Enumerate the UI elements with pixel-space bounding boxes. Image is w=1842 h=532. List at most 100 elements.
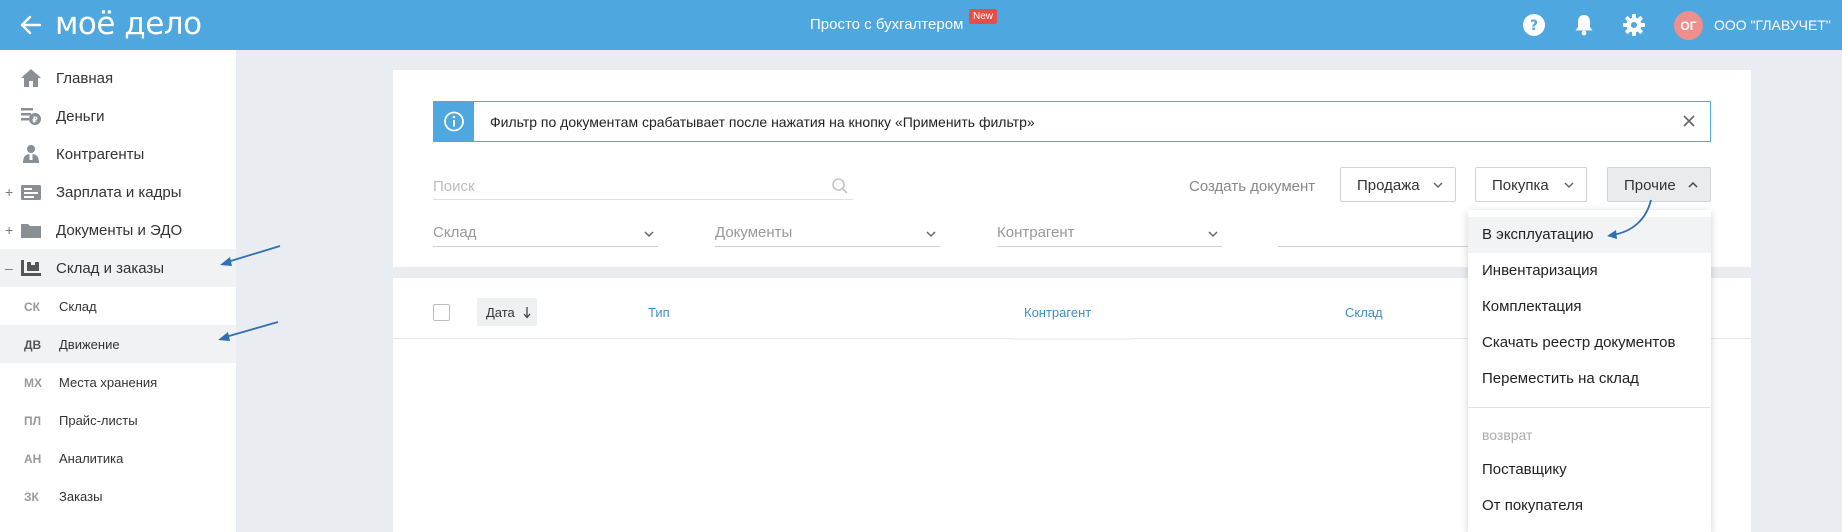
contractor-select[interactable]: Контрагент (997, 218, 1222, 247)
menu-item-label: От покупателя (1482, 497, 1583, 514)
sidebar-subitem-movement[interactable]: ДВ Движение (0, 325, 236, 363)
collapse-icon[interactable]: – (5, 260, 13, 276)
sidebar-item-label: Главная (56, 70, 114, 87)
subitem-abbr: ДВ (24, 338, 42, 352)
other-button[interactable]: Прочие (1607, 167, 1711, 202)
salary-icon (21, 185, 41, 200)
sidebar-subitem-warehouse[interactable]: СК Склад (0, 287, 236, 325)
money-icon: ₽ (21, 108, 41, 125)
create-document-label: Создать документ (1189, 178, 1316, 195)
sidebar-item-label: Зарплата и кадры (56, 184, 182, 201)
purchase-button-label: Покупка (1492, 177, 1549, 194)
gear-icon[interactable] (1621, 12, 1647, 38)
menu-divider (1468, 407, 1711, 408)
menu-item-download-registry[interactable]: Скачать реестр документов (1468, 325, 1711, 361)
documents-select[interactable]: Документы (715, 218, 940, 247)
sidebar-item-money[interactable]: ₽ Деньги (0, 97, 236, 135)
svg-text:₽: ₽ (32, 116, 38, 125)
subitem-abbr: АН (24, 452, 42, 466)
org-name[interactable]: ООО "ГЛАВУЧЕТ" (1714, 17, 1831, 33)
subitem-label: Движение (59, 337, 120, 352)
back-arrow-icon[interactable] (18, 12, 44, 38)
subitem-abbr: ПЛ (24, 414, 42, 428)
sidebar-item-label: Документы и ЭДО (56, 222, 183, 239)
other-dropdown-menu: В эксплуатацию Инвентаризация Комплектац… (1468, 210, 1711, 532)
search-icon[interactable] (831, 177, 849, 195)
help-icon[interactable]: ? (1521, 12, 1547, 38)
chevron-down-icon (644, 231, 654, 238)
column-header-type[interactable]: Тип (648, 305, 670, 320)
menu-item-label: В эксплуатацию (1482, 226, 1594, 243)
menu-group-label: возврат (1482, 427, 1533, 443)
subitem-label: Прайс-листы (59, 413, 138, 428)
top-bar: моё дело Просто с бухгалтером New ? ОГ О… (0, 0, 1842, 50)
subitem-abbr: СК (24, 300, 40, 314)
menu-item-label: Поставщику (1482, 461, 1567, 478)
center-title-link[interactable]: Просто с бухгалтером (810, 16, 963, 33)
column-header-date-label: Дата (486, 305, 515, 320)
warehouse-icon (21, 260, 41, 276)
menu-item-commissioning[interactable]: В эксплуатацию (1468, 217, 1711, 253)
select-all-checkbox[interactable] (433, 304, 450, 321)
subitem-abbr: МХ (24, 376, 42, 390)
close-icon[interactable] (1682, 114, 1696, 128)
sidebar-item-documents[interactable]: + Документы и ЭДО (0, 211, 236, 249)
subitem-label: Места хранения (59, 375, 158, 390)
sidebar-item-salary[interactable]: + Зарплата и кадры (0, 173, 236, 211)
menu-item-label: Переместить на склад (1482, 370, 1639, 387)
chevron-down-icon (1208, 231, 1218, 238)
avatar[interactable]: ОГ (1674, 11, 1703, 40)
sale-button-label: Продажа (1357, 177, 1420, 194)
menu-item-return-to-supplier[interactable]: Поставщику (1468, 452, 1711, 488)
menu-item-move-to-warehouse[interactable]: Переместить на склад (1468, 361, 1711, 397)
sidebar: Главная ₽ Деньги Контрагенты + Зарплата … (0, 50, 236, 532)
column-header-date[interactable]: Дата (477, 298, 537, 326)
chevron-down-icon (926, 231, 936, 238)
expand-icon[interactable]: + (5, 184, 13, 200)
menu-item-assembly[interactable]: Комплектация (1468, 289, 1711, 325)
contractors-icon (23, 145, 39, 163)
sidebar-item-label: Контрагенты (56, 146, 145, 163)
sidebar-subitem-storage[interactable]: МХ Места хранения (0, 363, 236, 401)
sort-down-icon (523, 307, 531, 319)
sidebar-item-label: Склад и заказы (56, 260, 165, 277)
other-button-label: Прочие (1624, 177, 1676, 194)
bell-icon[interactable] (1571, 12, 1597, 38)
menu-item-label: Инвентаризация (1482, 262, 1598, 279)
home-icon (21, 69, 41, 87)
chevron-down-icon (1564, 182, 1574, 189)
search-input[interactable] (433, 173, 823, 199)
sidebar-subitem-analytics[interactable]: АН Аналитика (0, 439, 236, 477)
menu-item-label: Скачать реестр документов (1482, 334, 1676, 351)
info-banner: Фильтр по документам срабатывает после н… (433, 101, 1711, 142)
sidebar-item-warehouse[interactable]: – Склад и заказы (0, 249, 236, 287)
sidebar-subitem-pricelists[interactable]: ПЛ Прайс-листы (0, 401, 236, 439)
menu-item-return-from-customer[interactable]: От покупателя (1468, 488, 1711, 524)
column-header-contractor[interactable]: Контрагент (1024, 305, 1091, 320)
subitem-label: Заказы (59, 489, 103, 504)
sale-button[interactable]: Продажа (1340, 167, 1456, 202)
sidebar-item-label: Деньги (56, 108, 105, 125)
svg-text:?: ? (1530, 18, 1538, 34)
expand-icon[interactable]: + (5, 222, 13, 238)
sidebar-subitem-orders[interactable]: ЗК Заказы (0, 477, 236, 515)
purchase-button[interactable]: Покупка (1475, 167, 1587, 202)
menu-item-inventory[interactable]: Инвентаризация (1468, 253, 1711, 289)
contractor-select-label: Контрагент (997, 224, 1075, 241)
documents-icon (21, 224, 41, 238)
new-badge: New (969, 9, 998, 24)
column-header-warehouse[interactable]: Склад (1345, 305, 1383, 320)
warehouse-select[interactable]: Склад (433, 218, 658, 247)
warehouse-select-label: Склад (433, 224, 477, 241)
search-field (433, 173, 853, 200)
info-icon (444, 111, 464, 132)
column-divider (1012, 338, 1132, 340)
chevron-down-icon (1433, 182, 1443, 189)
subitem-abbr: ЗК (24, 490, 39, 504)
info-text: Фильтр по документам срабатывает после н… (490, 114, 1035, 130)
logo[interactable]: моё дело (55, 6, 202, 42)
menu-item-label: Комплектация (1482, 298, 1582, 315)
sidebar-item-contractors[interactable]: Контрагенты (0, 135, 236, 173)
documents-select-label: Документы (715, 224, 793, 241)
sidebar-item-home[interactable]: Главная (0, 59, 236, 97)
